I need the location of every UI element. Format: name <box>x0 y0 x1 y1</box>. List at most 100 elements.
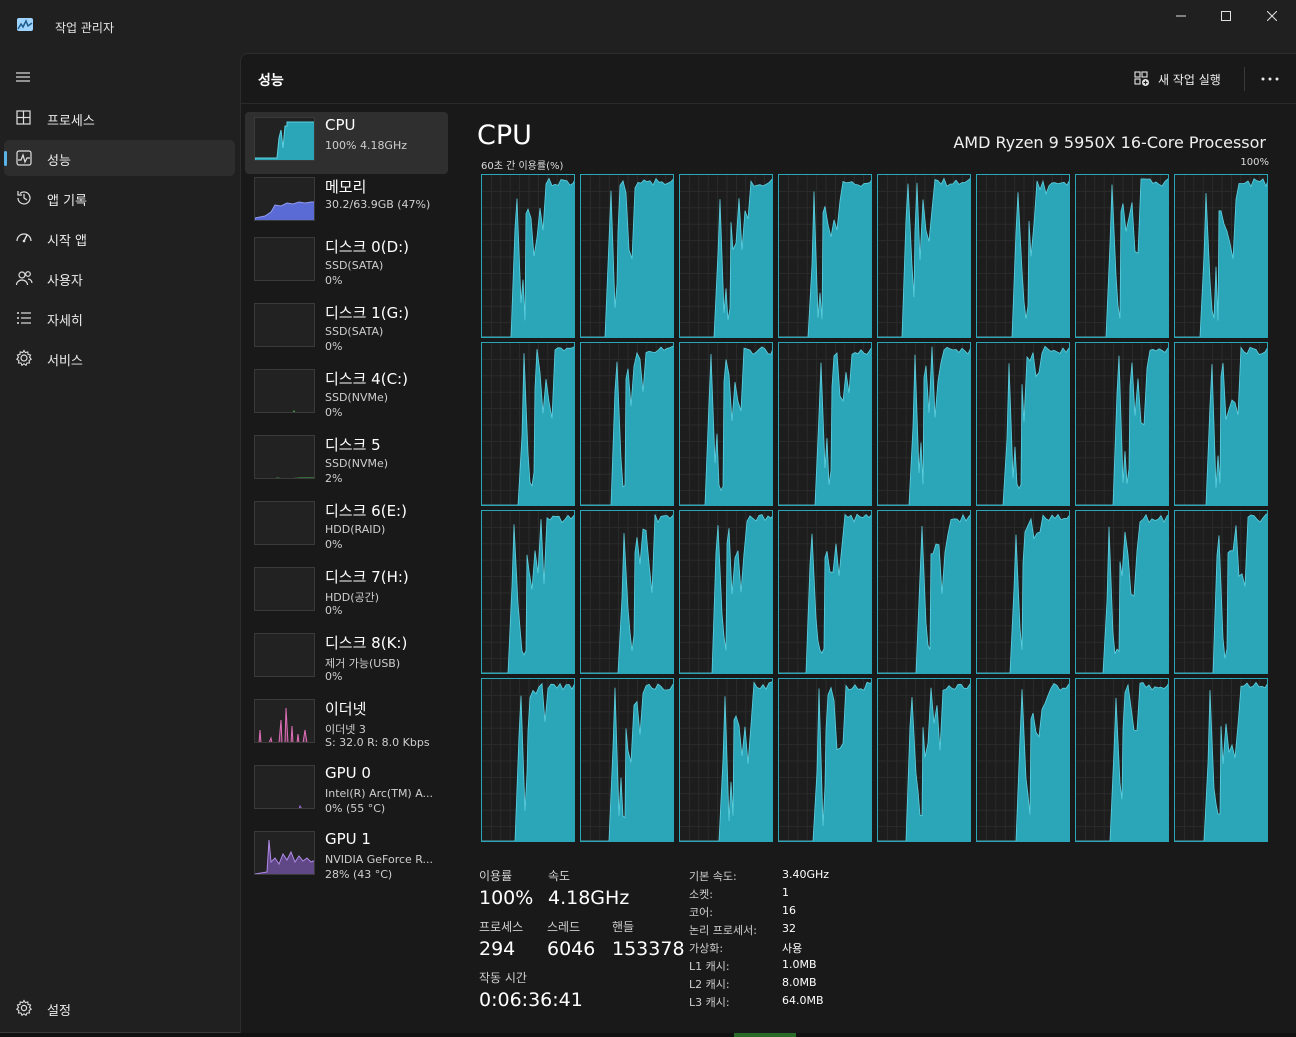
resource-item-disk-0[interactable]: 디스크 0(D:) SSD(SATA) 0% <box>245 232 448 294</box>
resource-usage: 0% <box>325 538 343 551</box>
window-title: 작업 관리자 <box>55 21 115 35</box>
logical-processor-graph <box>976 174 1070 338</box>
nav-item-details[interactable]: 자세히 <box>4 300 235 336</box>
utilization-label: 이용률 <box>479 869 513 883</box>
resource-name: 디스크 0(D:) <box>325 238 410 256</box>
resource-name: 이더넷 <box>325 700 367 718</box>
logical-processor-graph <box>1174 174 1268 338</box>
resource-detail: NVIDIA GeForce R... <box>325 853 434 866</box>
close-button[interactable] <box>1249 0 1295 32</box>
logical-processor-graph <box>877 342 971 506</box>
disk-mini-graph <box>254 501 315 545</box>
resource-detail: 100% 4.18GHz <box>325 139 408 152</box>
logical-processor-graph <box>481 174 575 338</box>
task-manager-app-icon <box>17 18 33 31</box>
nav-item-services[interactable]: 서비스 <box>4 340 235 376</box>
nav-item-settings[interactable]: 설정 <box>4 990 235 1026</box>
logical-processor-graph <box>778 342 872 506</box>
handles-value: 153378 <box>612 938 685 960</box>
logical-processor-graph <box>580 174 674 338</box>
logical-processor-graph <box>679 510 773 674</box>
resource-detail: SSD(SATA) <box>325 325 384 338</box>
cpu-mini-graph <box>254 117 315 161</box>
resource-item-disk-8[interactable]: 디스크 8(K:) 제거 가능(USB) 0% <box>245 628 448 690</box>
logical-processor-graph <box>877 510 971 674</box>
spec-value: 1.0MB <box>782 958 817 971</box>
disk-mini-graph <box>254 435 315 479</box>
disk-mini-graph <box>254 237 315 281</box>
uptime-label: 작동 시간 <box>479 971 527 985</box>
speed-label: 속도 <box>548 869 571 883</box>
nav-item-startup-apps[interactable]: 시작 앱 <box>4 220 235 256</box>
gpu-mini-graph <box>254 765 315 809</box>
resource-item-memory[interactable]: 메모리 30.2/63.9GB (47%) <box>245 172 448 234</box>
logical-processor-graph <box>1075 678 1169 842</box>
hamburger-menu-button[interactable] <box>12 66 34 88</box>
threads-value: 6046 <box>547 938 596 960</box>
page-title: 성능 <box>258 73 284 89</box>
nav-label: 시작 앱 <box>47 234 88 249</box>
threads-label: 스레드 <box>547 920 581 934</box>
side-navigation: 프로세스 성능 앱 기록 시작 앱 사용자 자세히 서비스 설정 <box>0 52 240 1033</box>
desktop-strip <box>0 1033 1296 1037</box>
logical-processor-graph <box>1174 510 1268 674</box>
resource-name: 메모리 <box>325 178 367 196</box>
spec-value: 3.40GHz <box>782 868 830 881</box>
processes-label: 프로세스 <box>479 920 524 934</box>
nav-item-performance[interactable]: 성능 <box>4 140 235 176</box>
logical-processor-graph <box>778 678 872 842</box>
logical-processor-graph <box>976 510 1070 674</box>
spec-key: 논리 프로세서: <box>689 924 757 937</box>
resource-name: 디스크 1(G:) <box>325 304 410 322</box>
spec-value: 32 <box>782 922 796 935</box>
spec-value: 16 <box>782 904 796 917</box>
resource-usage: 0% <box>325 604 343 617</box>
utilization-value: 100% <box>479 887 534 909</box>
title-bar: 작업 관리자 <box>0 0 1296 52</box>
minimize-button[interactable] <box>1158 0 1204 32</box>
resource-name: GPU 0 <box>325 764 371 782</box>
resource-usage: 28% (43 °C) <box>325 868 393 881</box>
resource-item-gpu-1[interactable]: GPU 1 NVIDIA GeForce R... 28% (43 °C) <box>245 826 448 888</box>
spec-value: 8.0MB <box>782 976 817 989</box>
maximize-button[interactable] <box>1203 0 1249 32</box>
resource-item-cpu[interactable]: CPU 100% 4.18GHz <box>245 112 448 174</box>
nav-item-users[interactable]: 사용자 <box>4 260 235 296</box>
minimize-icon <box>1176 15 1186 17</box>
resource-item-ethernet[interactable]: 이더넷 이더넷 3 S: 32.0 R: 8.0 Kbps <box>245 694 448 756</box>
processes-value: 294 <box>479 938 516 960</box>
more-options-button[interactable] <box>1256 66 1284 92</box>
disk-mini-graph <box>254 369 315 413</box>
resource-item-disk-4[interactable]: 디스크 4(C:) SSD(NVMe) 0% <box>245 364 448 426</box>
logical-processor-graph <box>679 678 773 842</box>
run-new-task-button[interactable]: 새 작업 실행 <box>1134 66 1221 92</box>
resource-usage: 2% <box>325 472 343 485</box>
resource-item-disk-1[interactable]: 디스크 1(G:) SSD(SATA) 0% <box>245 298 448 360</box>
resource-item-gpu-0[interactable]: GPU 0 Intel(R) Arc(TM) A... 0% (55 °C) <box>245 760 448 822</box>
resource-detail: SSD(NVMe) <box>325 457 389 470</box>
resource-name: GPU 1 <box>325 830 371 848</box>
resource-usage: 0% <box>325 406 343 419</box>
logical-processor-graph <box>778 174 872 338</box>
app-history-icon <box>17 191 31 205</box>
nav-item-processes[interactable]: 프로세스 <box>4 100 235 136</box>
resource-usage: S: 32.0 R: 8.0 Kbps <box>325 736 430 749</box>
logical-processor-graph <box>679 342 773 506</box>
handles-label: 핸들 <box>612 920 635 934</box>
resource-item-disk-7[interactable]: 디스크 7(H:) HDD(공간) 0% <box>245 562 448 624</box>
resource-usage: 0% <box>325 670 343 683</box>
services-icon <box>15 349 33 367</box>
gpu-mini-graph <box>254 831 315 875</box>
resource-item-disk-6[interactable]: 디스크 6(E:) HDD(RAID) 0% <box>245 496 448 558</box>
run-new-task-icon <box>1134 71 1149 86</box>
spec-key: L2 캐시: <box>689 978 730 991</box>
ethernet-mini-graph <box>254 699 315 743</box>
resource-detail: 30.2/63.9GB (47%) <box>325 198 431 211</box>
details-icon <box>17 312 31 324</box>
resource-usage: 0% <box>325 340 343 353</box>
logical-processor-graph <box>481 678 575 842</box>
resource-item-disk-5[interactable]: 디스크 5 SSD(NVMe) 2% <box>245 430 448 492</box>
logical-processor-graph <box>580 510 674 674</box>
startup-apps-icon <box>16 233 32 243</box>
nav-item-app-history[interactable]: 앱 기록 <box>4 180 235 216</box>
